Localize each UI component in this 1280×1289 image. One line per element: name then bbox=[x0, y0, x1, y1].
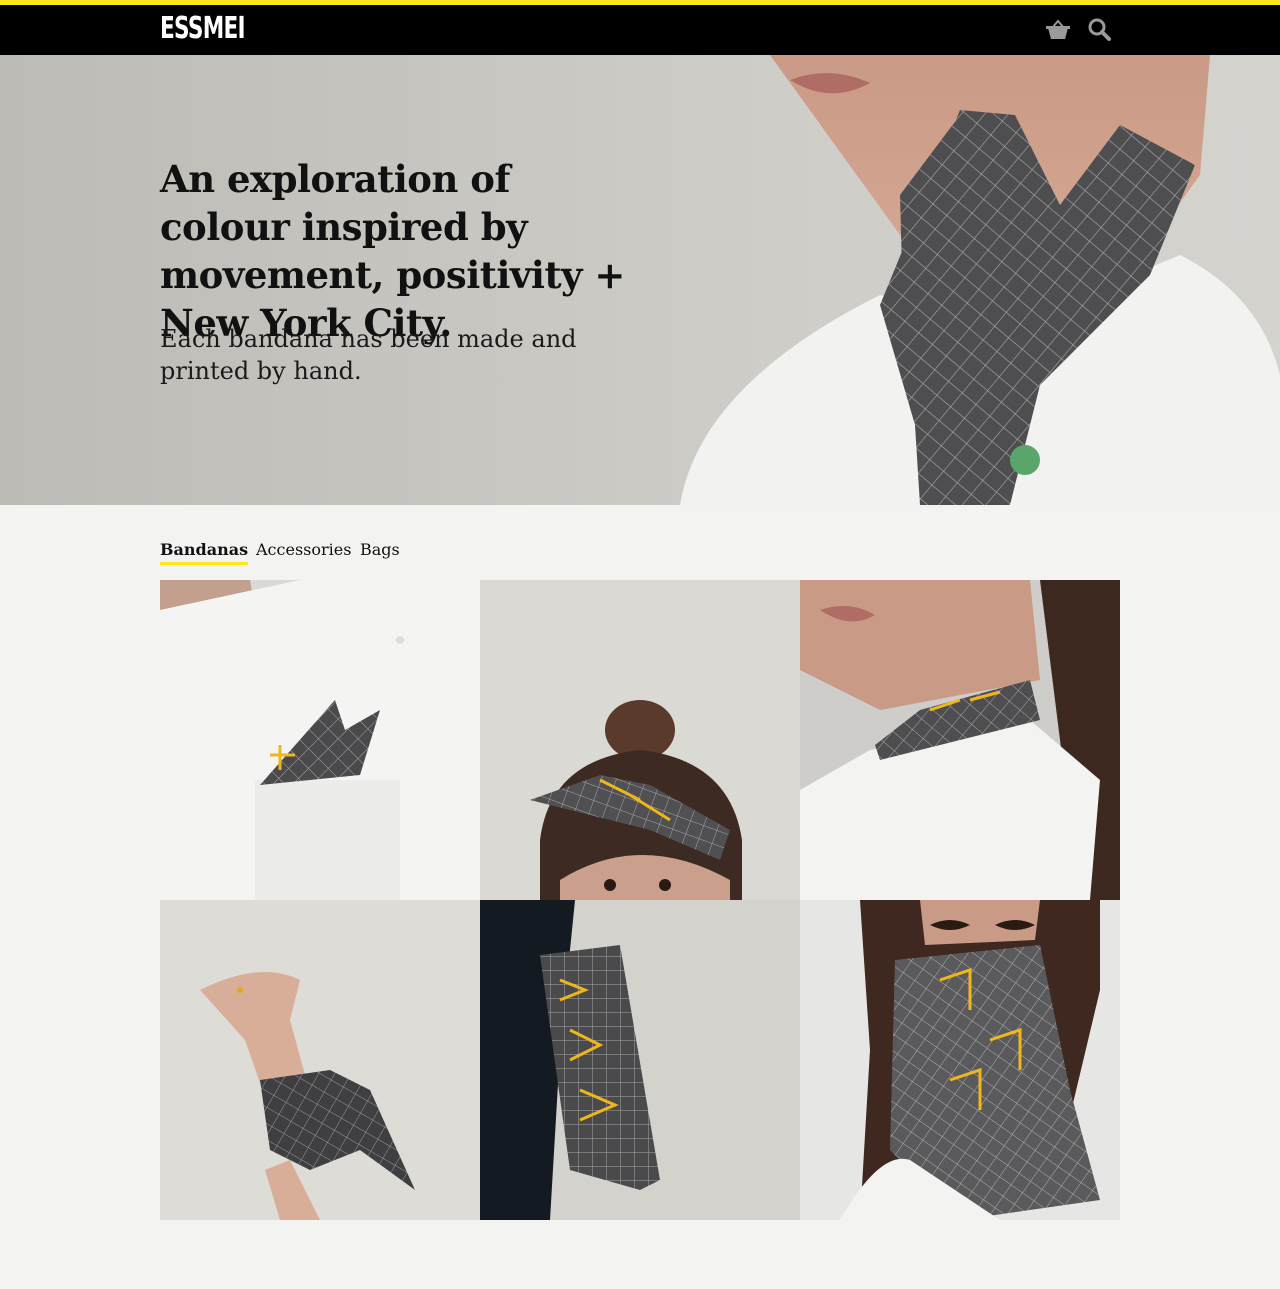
bandana-wrist-wrap-photo bbox=[160, 900, 480, 1220]
bandana-neckerchief-photo bbox=[800, 580, 1120, 900]
product-tile[interactable] bbox=[480, 900, 800, 1220]
bandana-back-pocket-photo bbox=[480, 900, 800, 1220]
tab-accessories[interactable]: Accessories bbox=[256, 538, 351, 562]
product-tile[interactable] bbox=[800, 900, 1120, 1220]
bandana-pocket-square-photo bbox=[160, 580, 480, 900]
product-tile[interactable] bbox=[480, 580, 800, 900]
hero-headline: An exploration of colour inspired by mov… bbox=[160, 157, 625, 345]
search-icon[interactable] bbox=[1087, 17, 1115, 43]
bandana-headband-photo bbox=[480, 580, 800, 900]
hero-banner: An exploration of colour inspired by mov… bbox=[0, 55, 1280, 505]
bandana-face-mask-photo bbox=[800, 900, 1120, 1220]
product-tile[interactable] bbox=[800, 580, 1120, 900]
tab-bandanas[interactable]: Bandanas bbox=[160, 538, 249, 565]
basket-icon[interactable] bbox=[1044, 17, 1072, 43]
tab-bags[interactable]: Bags bbox=[360, 538, 400, 562]
product-grid bbox=[160, 580, 1120, 1220]
top-navigation-bar: ESSMEI bbox=[0, 5, 1280, 55]
hero-subtext: Each bandana has been made and printed b… bbox=[160, 325, 577, 385]
product-tile[interactable] bbox=[160, 900, 480, 1220]
brand-logo[interactable]: ESSMEI bbox=[160, 13, 246, 45]
product-tile[interactable] bbox=[160, 580, 480, 900]
